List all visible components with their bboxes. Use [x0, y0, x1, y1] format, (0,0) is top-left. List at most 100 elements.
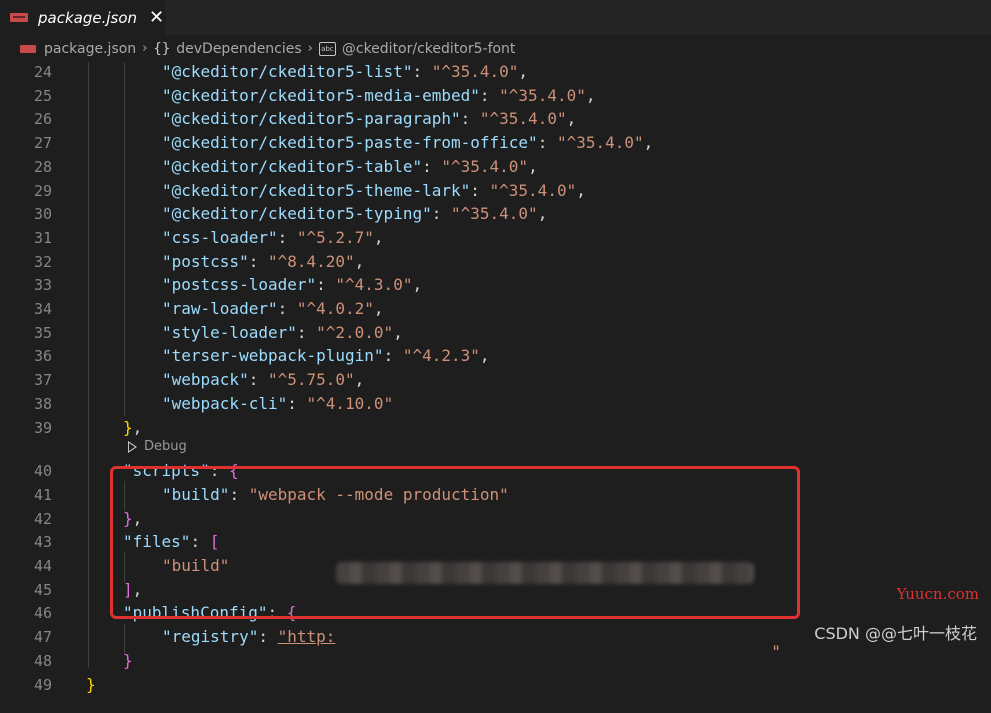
- code-token: "webpack-cli": [162, 393, 288, 413]
- code-token: "http:: [277, 627, 336, 647]
- indent-guide: [124, 62, 125, 416]
- code-token: "style-loader": [162, 322, 297, 342]
- breadcrumb: package.json › {} devDependencies › abc …: [0, 35, 991, 62]
- indent-guide: [88, 62, 89, 668]
- code-token: ,: [643, 133, 654, 153]
- code-token: "^8.4.20": [267, 251, 355, 271]
- code-line: }: [123, 651, 133, 670]
- breadcrumb-file[interactable]: package.json: [44, 41, 136, 57]
- code-token: "@ckeditor/ckeditor5-media-embed": [162, 85, 480, 105]
- code-line: "raw-loader": "^4.0.2",: [162, 299, 384, 318]
- highlight-annotation: [110, 466, 800, 619]
- code-token: "css-loader": [162, 227, 278, 247]
- registry-tail: ": [771, 642, 781, 661]
- line-number: 24: [33, 63, 52, 81]
- code-token: "^5.75.0": [267, 370, 355, 390]
- line-number: 26: [33, 110, 52, 129]
- play-icon: [128, 440, 137, 453]
- code-token: "^35.4.0": [441, 156, 529, 176]
- code-token: :: [296, 322, 317, 342]
- line-number: 49: [33, 675, 52, 694]
- indent-guide: [124, 624, 125, 654]
- code-token: ,: [393, 322, 403, 342]
- code-token: :: [422, 156, 442, 176]
- code-token: ,: [354, 251, 365, 271]
- breadcrumb-section[interactable]: devDependencies: [176, 41, 301, 57]
- code-token: :: [277, 227, 297, 247]
- code-token: "^35.4.0": [556, 133, 644, 153]
- code-token: :: [470, 180, 490, 200]
- code-token: }: [123, 417, 133, 437]
- code-token: "^2.0.0": [316, 322, 394, 342]
- line-number: 48: [33, 651, 52, 670]
- code-token: "@ckeditor/ckeditor5-paste-from-office": [162, 133, 538, 153]
- line-number: 31: [33, 228, 52, 247]
- line-number: 46: [33, 604, 52, 623]
- code-token: ,: [528, 156, 538, 176]
- code-token: "@ckeditor/ckeditor5-typing": [162, 204, 432, 224]
- code-token: "^4.2.3": [402, 346, 480, 366]
- code-token: :: [248, 370, 268, 390]
- code-token: "^35.4.0": [431, 62, 519, 81]
- redacted-url: [336, 562, 754, 584]
- line-number: 35: [33, 323, 52, 342]
- line-number: 27: [33, 134, 52, 153]
- code-token: ,: [354, 370, 365, 390]
- line-number: 38: [33, 394, 52, 413]
- code-token: ,: [537, 204, 548, 224]
- code-token: "webpack": [162, 370, 249, 390]
- code-line: "@ckeditor/ckeditor5-media-embed": "^35.…: [162, 86, 596, 105]
- code-line: "css-loader": "^5.2.7",: [162, 228, 384, 247]
- close-icon[interactable]: ✕: [149, 7, 164, 28]
- code-token: ,: [576, 180, 586, 200]
- code-token: "terser-webpack-plugin": [162, 346, 384, 366]
- tab-bar: package.json ✕: [0, 0, 991, 35]
- line-number: 28: [33, 157, 52, 176]
- code-line: "@ckeditor/ckeditor5-list": "^35.4.0",: [162, 62, 528, 81]
- code-token: ,: [566, 109, 577, 129]
- watermark-site: Yuucn.com: [896, 585, 979, 603]
- object-icon: {}: [153, 40, 171, 57]
- code-token: :: [258, 627, 278, 647]
- tab-package-json[interactable]: package.json ✕: [0, 0, 166, 35]
- code-line: "terser-webpack-plugin": "^4.2.3",: [162, 346, 490, 365]
- code-token: }: [123, 650, 133, 670]
- code-token: :: [537, 133, 557, 153]
- line-number: 41: [33, 485, 52, 504]
- chevron-right-icon: ›: [142, 41, 148, 56]
- line-number: 32: [33, 252, 52, 271]
- code-token: "^4.0.2": [296, 299, 374, 318]
- code-line: "@ckeditor/ckeditor5-typing": "^35.4.0",: [162, 204, 547, 223]
- npm-file-icon: [20, 44, 36, 53]
- line-number: 33: [33, 276, 52, 295]
- line-number: 37: [33, 371, 52, 390]
- code-line: "@ckeditor/ckeditor5-theme-lark": "^35.4…: [162, 181, 586, 200]
- code-line: }: [86, 675, 96, 694]
- code-line: },: [123, 418, 142, 437]
- line-number: 34: [33, 300, 52, 318]
- breadcrumb-item[interactable]: @ckeditor/ckeditor5-font: [342, 41, 516, 57]
- code-token: "postcss": [162, 251, 249, 271]
- code-token: :: [383, 346, 403, 366]
- debug-codelens[interactable]: Debug: [128, 439, 187, 454]
- line-number: 36: [33, 347, 52, 366]
- code-token: :: [277, 299, 297, 318]
- debug-label: Debug: [144, 439, 187, 454]
- code-line: "webpack": "^5.75.0",: [162, 370, 364, 389]
- code-token: "@ckeditor/ckeditor5-theme-lark": [162, 180, 471, 200]
- code-token: :: [431, 204, 451, 224]
- code-line: "postcss-loader": "^4.3.0",: [162, 275, 422, 294]
- line-number: 40: [33, 462, 52, 481]
- code-line: "style-loader": "^2.0.0",: [162, 323, 403, 342]
- code-token: :: [479, 85, 500, 105]
- code-line: "webpack-cli": "^4.10.0": [162, 394, 393, 413]
- code-token: "^35.4.0": [479, 109, 567, 129]
- line-number: 45: [33, 580, 52, 599]
- code-token: "@ckeditor/ckeditor5-list": [162, 62, 413, 81]
- chevron-right-icon: ›: [307, 41, 313, 56]
- code-token: "^4.10.0": [306, 393, 394, 413]
- code-token: ,: [132, 417, 143, 437]
- code-line: "@ckeditor/ckeditor5-paste-from-office":…: [162, 133, 653, 152]
- code-token: "^5.2.7": [296, 227, 374, 247]
- code-token: ,: [412, 275, 423, 295]
